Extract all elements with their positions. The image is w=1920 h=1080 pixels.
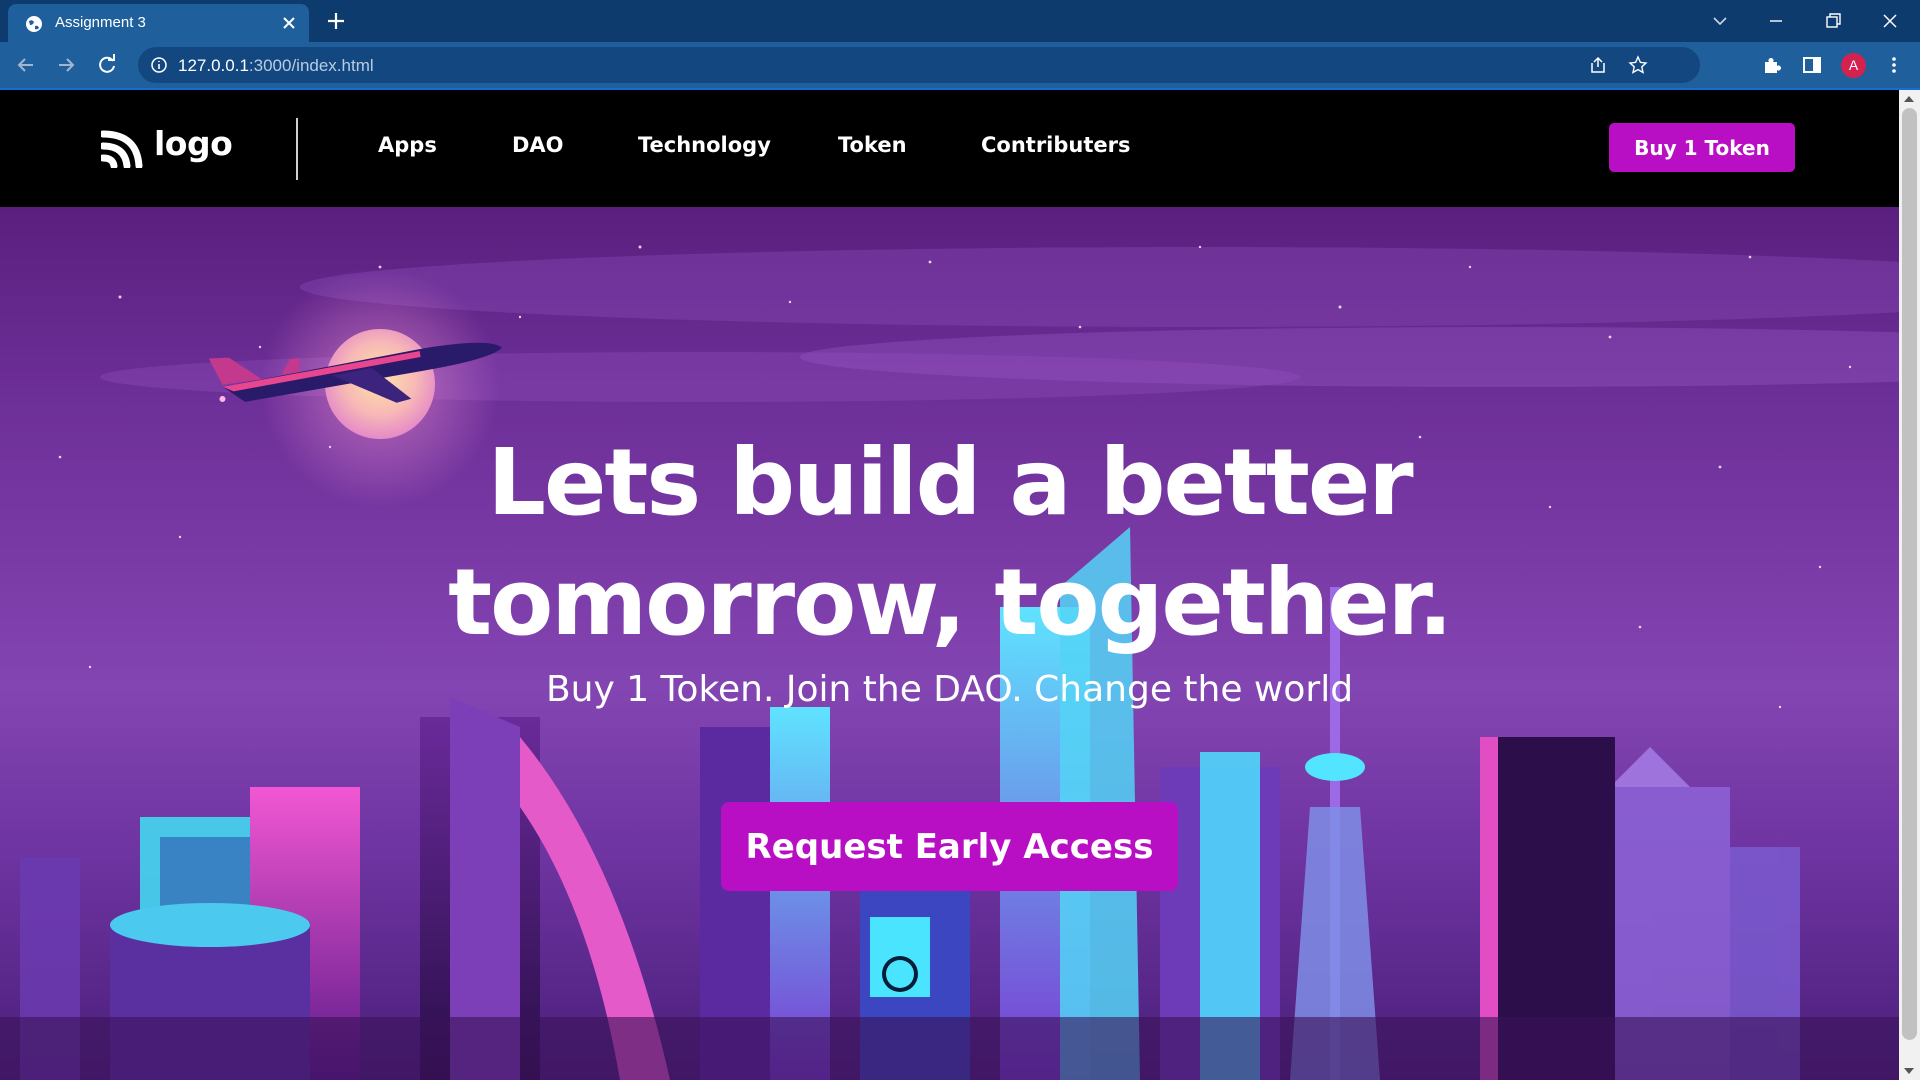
hero-section: Lets build a better tomorrow, together. … [0,207,1899,1080]
bookmark-star-icon[interactable] [1628,55,1648,75]
nav-link-dao[interactable]: DAO [512,133,564,157]
nav-link-apps[interactable]: Apps [378,133,437,157]
side-panel-icon[interactable] [1801,54,1823,76]
nav-link-contributers[interactable]: Contributers [981,133,1131,157]
scroll-up-arrow-icon[interactable] [1904,96,1914,102]
browser-tab-strip: Assignment 3 [0,0,1920,42]
globe-icon [26,16,42,32]
new-tab-icon[interactable] [325,10,347,32]
hero-headline-line-1: Lets build a better [487,429,1413,536]
logo-mark-icon [101,130,143,168]
close-tab-icon[interactable] [279,13,299,33]
scrollbar-thumb[interactable] [1902,108,1917,1040]
back-arrow-icon[interactable] [14,53,38,77]
address-bar[interactable]: 127.0.0.1:3000/index.html [138,47,1700,83]
restore-icon[interactable] [1820,8,1846,34]
site-info-icon[interactable] [150,56,168,74]
site-header: logo Apps DAO Technology Token Contribut… [0,90,1899,207]
url-text: 127.0.0.1:3000/index.html [178,56,374,76]
page-scrollbar[interactable] [1899,90,1920,1080]
tab-title: Assignment 3 [55,14,146,31]
hero-headline-line-2: tomorrow, together. [448,549,1453,656]
close-window-icon[interactable] [1877,8,1903,34]
logo-text: logo [154,124,233,163]
minimize-icon[interactable] [1763,8,1789,34]
url-host: 127.0.0.1 [178,56,249,75]
url-path: :3000/index.html [248,56,374,75]
page-viewport: logo Apps DAO Technology Token Contribut… [0,90,1899,1080]
reload-icon[interactable] [95,53,119,77]
nav-link-technology[interactable]: Technology [638,133,771,157]
request-early-access-button[interactable]: Request Early Access [721,802,1178,891]
nav-divider [296,118,298,180]
buy-token-button[interactable]: Buy 1 Token [1609,123,1795,172]
browser-toolbar: 127.0.0.1:3000/index.html A [0,42,1920,88]
tab-search-chevron-icon[interactable] [1707,8,1733,34]
browser-tab[interactable]: Assignment 3 [8,4,309,42]
extensions-puzzle-icon[interactable] [1761,54,1783,76]
share-icon[interactable] [1588,55,1608,75]
profile-avatar[interactable]: A [1841,53,1866,78]
forward-arrow-icon[interactable] [54,53,78,77]
scroll-down-arrow-icon[interactable] [1904,1068,1914,1074]
hero-headline: Lets build a better tomorrow, together. [0,423,1899,663]
hero-subheadline: Buy 1 Token. Join the DAO. Change the wo… [545,669,1354,710]
menu-kebab-icon[interactable] [1883,54,1905,76]
nav-link-token[interactable]: Token [838,133,907,157]
